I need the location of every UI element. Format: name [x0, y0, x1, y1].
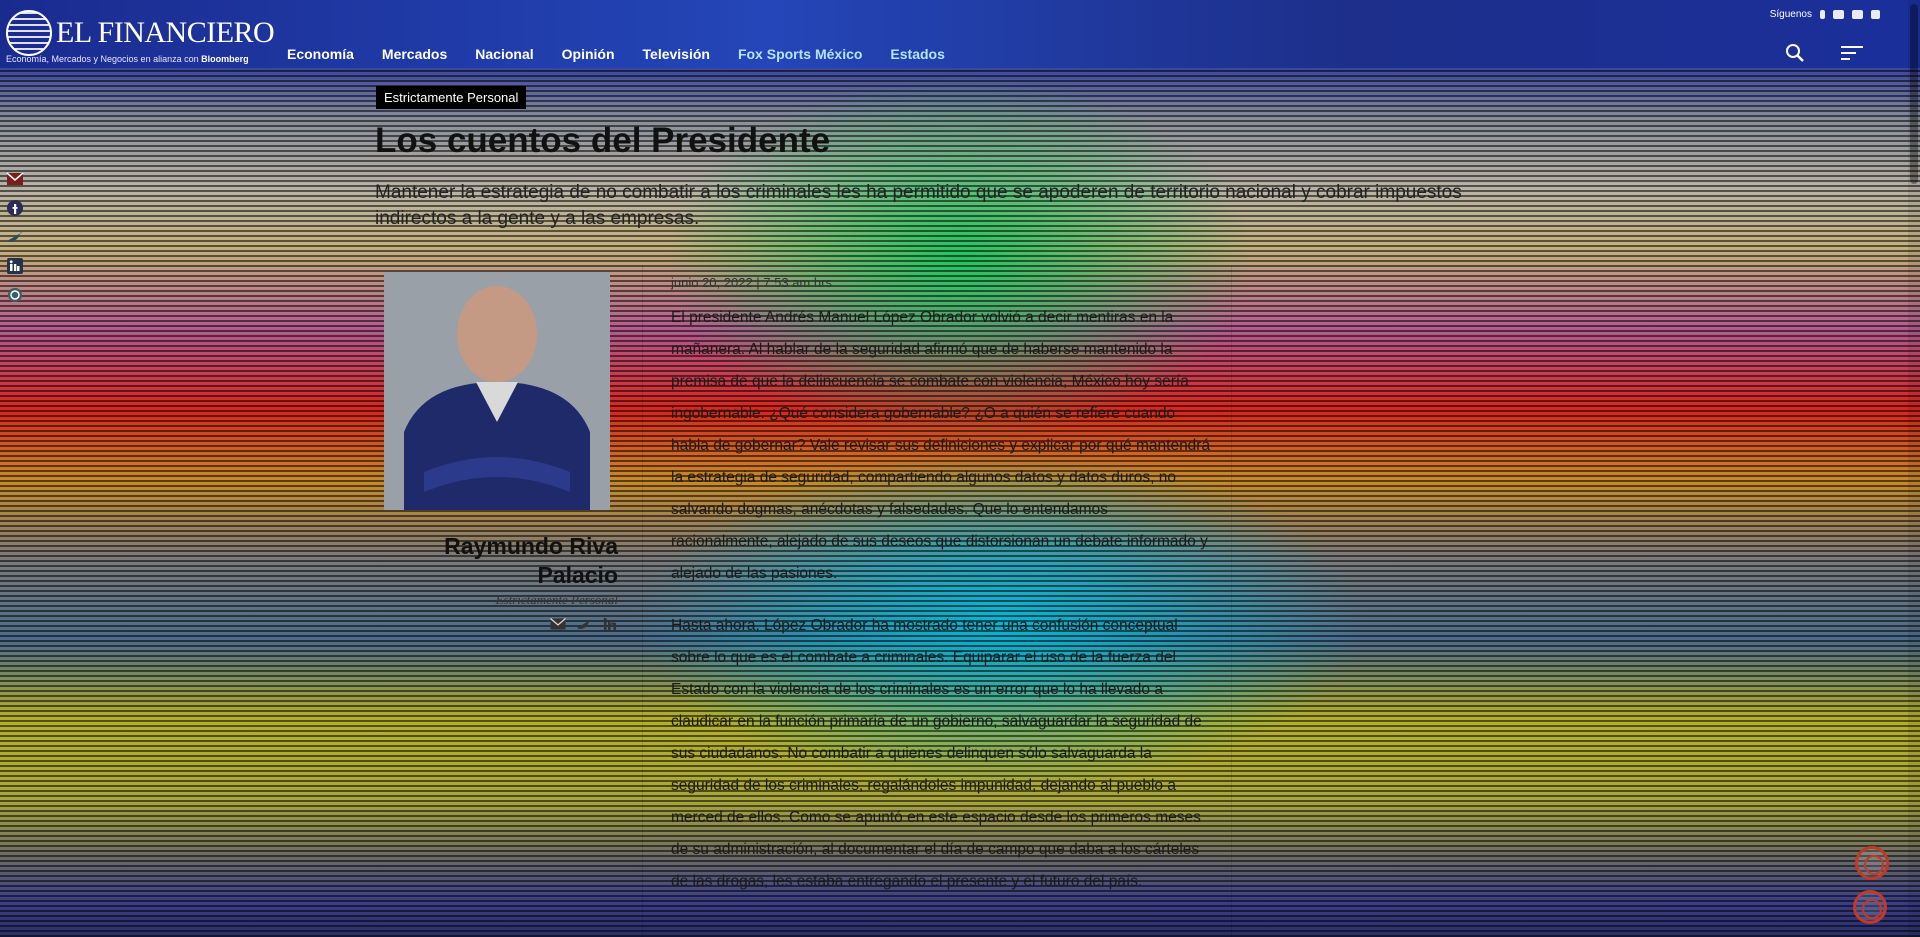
- linkedin-icon[interactable]: [602, 616, 618, 632]
- twitter-icon[interactable]: [1833, 10, 1844, 19]
- nav-television[interactable]: Televisión: [643, 46, 710, 62]
- floating-action-button[interactable]: [1855, 846, 1889, 880]
- nav-economia[interactable]: Economía: [287, 46, 354, 62]
- nav-mercados[interactable]: Mercados: [382, 46, 447, 62]
- floating-action-button[interactable]: [1853, 890, 1887, 924]
- share-rail: [6, 170, 24, 304]
- author-column: Estrictamente Personal: [495, 592, 618, 607]
- twitter-icon[interactable]: [6, 228, 24, 246]
- author-photo: [384, 272, 610, 510]
- author-social: [380, 616, 618, 632]
- linkedin-icon[interactable]: [6, 257, 24, 275]
- article-standfirst: Mantener la estrategia de no combatir a …: [375, 182, 1462, 229]
- article-dateline: junio 20, 2022 | 7:53 am hrs: [671, 275, 832, 290]
- nav-fox-sports[interactable]: Fox Sports México: [738, 46, 862, 62]
- whatsapp-icon[interactable]: [6, 286, 24, 304]
- main-nav: Economía Mercados Nacional Opinión Telev…: [287, 46, 945, 62]
- author-card: Raymundo Riva Palacio Estrictamente Pers…: [380, 272, 618, 632]
- article-paragraph: Hasta ahora, López Obrador ha mostrado t…: [671, 617, 1202, 890]
- article-paragraph: El presidente Andrés Manuel López Obrado…: [671, 309, 1211, 582]
- scrollbar-thumb[interactable]: [1910, 4, 1918, 184]
- facebook-icon[interactable]: [1820, 10, 1825, 19]
- header-social: Síguenos: [1770, 9, 1880, 20]
- nav-nacional[interactable]: Nacional: [475, 46, 533, 62]
- twitter-icon[interactable]: [576, 616, 592, 632]
- article-headline: Los cuentos del Presidente: [375, 121, 831, 160]
- nav-opinion[interactable]: Opinión: [562, 46, 615, 62]
- logo-tagline: Economía, Mercados y Negocios en alianza…: [6, 54, 249, 64]
- section-tag[interactable]: Estrictamente Personal: [376, 86, 527, 109]
- article-body: junio 20, 2022 | 7:53 am hrs El presiden…: [642, 265, 1232, 937]
- logo-tagline-text: Economía, Mercados y Negocios en alianza…: [6, 54, 199, 64]
- menu-icon[interactable]: [1841, 42, 1863, 64]
- author-name[interactable]: Raymundo Riva Palacio: [380, 532, 618, 590]
- youtube-icon[interactable]: [1852, 10, 1863, 19]
- search-icon[interactable]: [1784, 42, 1806, 64]
- email-icon[interactable]: [6, 170, 24, 188]
- nav-estados[interactable]: Estados: [890, 46, 944, 62]
- site-logo[interactable]: EL FINANCIERO Economía, Mercados y Negoc…: [6, 10, 275, 66]
- follow-label: Síguenos: [1769, 9, 1812, 20]
- logo-name: EL FINANCIERO: [56, 16, 275, 49]
- bloomberg-brand: Bloomberg: [201, 54, 249, 64]
- instagram-icon[interactable]: [1871, 10, 1880, 19]
- page-scrollbar[interactable]: [1908, 0, 1920, 937]
- site-header: EL FINANCIERO Economía, Mercados y Negoc…: [0, 0, 1920, 68]
- facebook-icon[interactable]: [6, 199, 24, 217]
- globe-logo-icon: [6, 10, 52, 56]
- email-icon[interactable]: [550, 616, 566, 632]
